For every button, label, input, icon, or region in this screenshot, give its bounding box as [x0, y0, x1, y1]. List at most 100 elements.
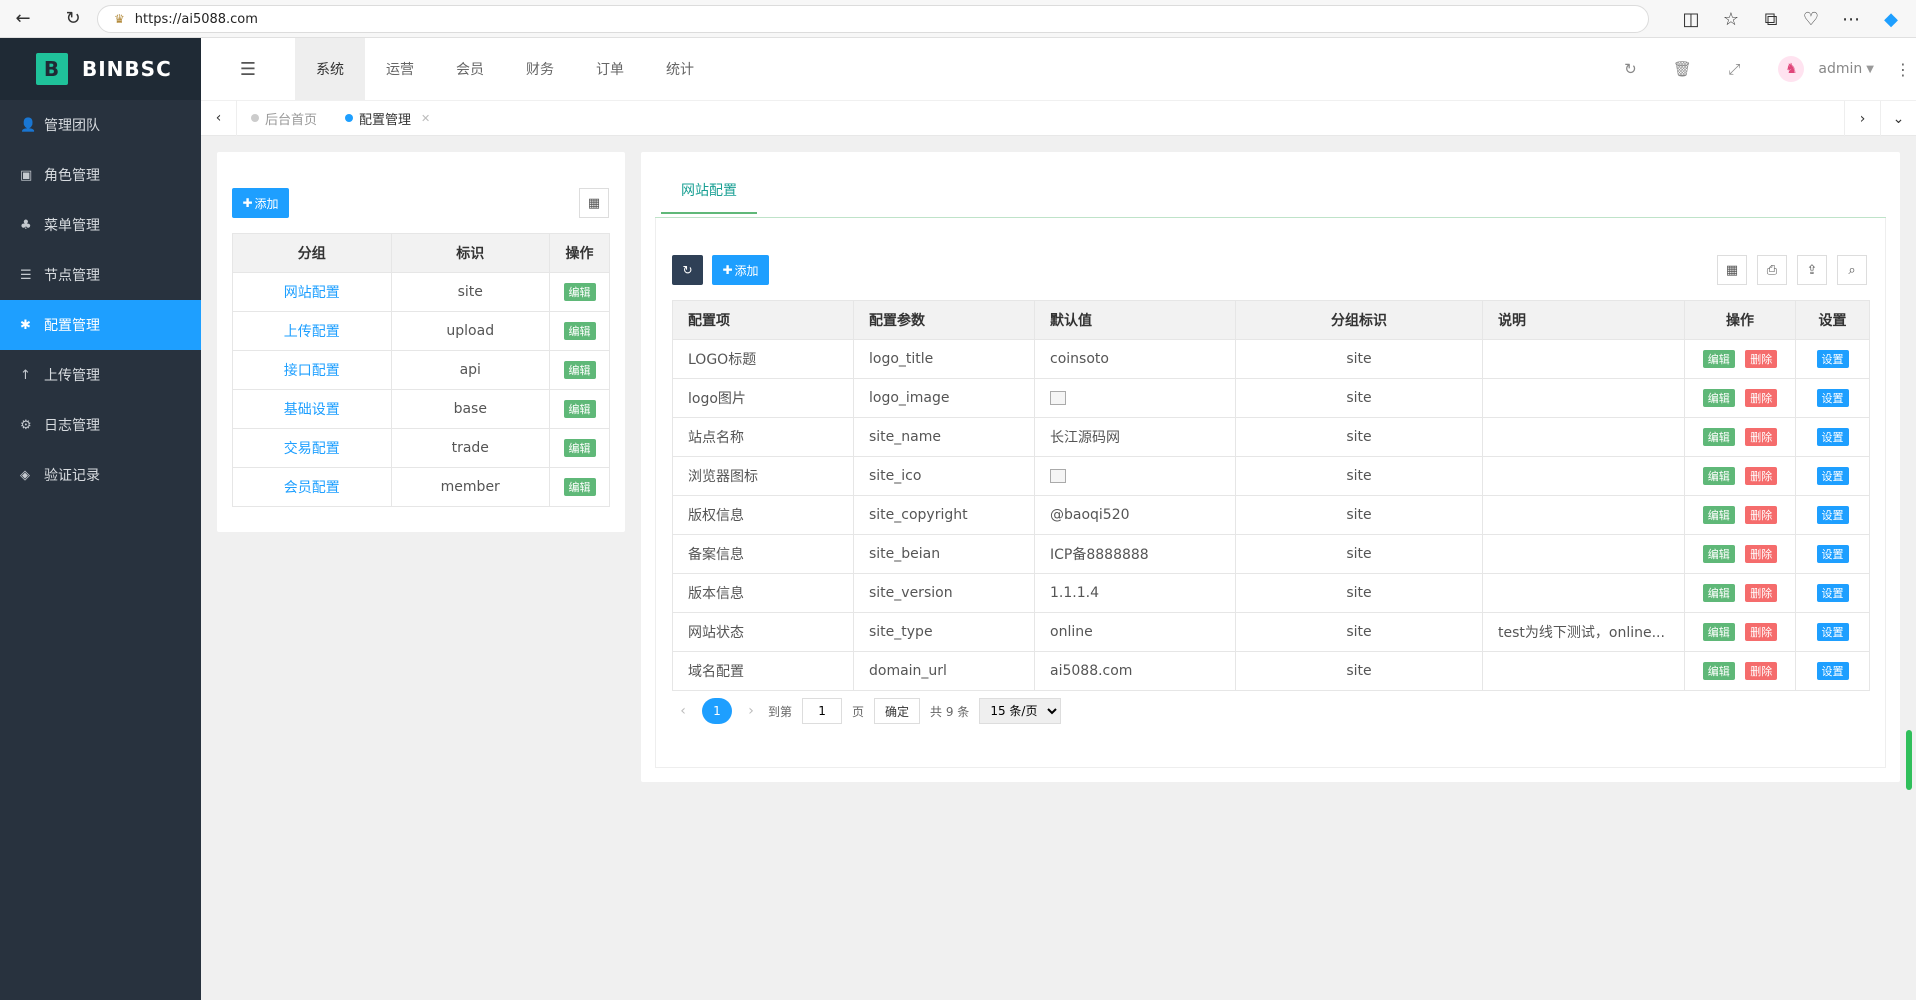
- reload-icon[interactable]: ↻: [58, 4, 88, 34]
- delete-button[interactable]: 删除: [1745, 623, 1778, 641]
- settings-button[interactable]: 设置: [1816, 389, 1849, 407]
- address-bar[interactable]: ♛ https://ai5088.com: [97, 5, 1649, 33]
- collapse-menu-icon[interactable]: ☰: [201, 59, 295, 80]
- caret-down-icon[interactable]: ▼: [1866, 64, 1874, 75]
- trash-icon[interactable]: 🗑: [1656, 60, 1708, 78]
- delete-button[interactable]: 删除: [1745, 584, 1778, 602]
- columns-icon[interactable]: ▦: [579, 188, 609, 218]
- add-config-button[interactable]: ✚ 添加: [712, 255, 769, 285]
- sidebar-item[interactable]: ♣ 菜单管理: [0, 200, 201, 250]
- nav-tab[interactable]: 统计: [645, 38, 715, 100]
- sidebar-item[interactable]: ⚙ 日志管理: [0, 400, 201, 450]
- columns-icon[interactable]: ▦: [1717, 255, 1747, 285]
- config-param: site_version: [853, 573, 1035, 613]
- delete-button[interactable]: 删除: [1745, 428, 1778, 446]
- settings-button[interactable]: 设置: [1816, 623, 1849, 641]
- close-icon[interactable]: ✕: [421, 112, 430, 125]
- sidebar-item[interactable]: ↑ 上传管理: [0, 350, 201, 400]
- more-vertical-icon[interactable]: ⋮: [1890, 60, 1916, 79]
- edit-button[interactable]: 编辑: [563, 478, 596, 496]
- group-link[interactable]: 网站配置: [232, 272, 392, 312]
- delete-button[interactable]: 删除: [1745, 662, 1778, 680]
- admin-name[interactable]: admin: [1818, 61, 1862, 77]
- group-link[interactable]: 上传配置: [232, 311, 392, 351]
- edit-button[interactable]: 编辑: [563, 439, 596, 457]
- tabs-left-icon[interactable]: ‹: [201, 100, 237, 136]
- page-scrollbar[interactable]: [1906, 730, 1912, 790]
- edit-button[interactable]: 编辑: [563, 322, 596, 340]
- sidebar-item-label: 日志管理: [44, 418, 100, 434]
- group-link[interactable]: 基础设置: [232, 389, 392, 429]
- settings-button[interactable]: 设置: [1816, 545, 1849, 563]
- sidebar-item[interactable]: ☰ 节点管理: [0, 250, 201, 300]
- edit-button[interactable]: 编辑: [1702, 389, 1735, 407]
- settings-button[interactable]: 设置: [1816, 350, 1849, 368]
- brand-logo[interactable]: B BINBSC: [0, 38, 201, 100]
- total-count: 共 9 条: [930, 704, 970, 719]
- favorites-icon[interactable]: ☆: [1716, 4, 1746, 34]
- edit-button[interactable]: 编辑: [563, 283, 596, 301]
- copilot-icon[interactable]: ◆: [1876, 4, 1906, 34]
- delete-button[interactable]: 删除: [1745, 545, 1778, 563]
- edit-button[interactable]: 编辑: [563, 400, 596, 418]
- page-current[interactable]: 1: [702, 698, 732, 724]
- delete-button[interactable]: 删除: [1745, 350, 1778, 368]
- settings-button[interactable]: 设置: [1816, 506, 1849, 524]
- edit-button[interactable]: 编辑: [1702, 506, 1735, 524]
- sidebar-item[interactable]: ✱ 配置管理: [0, 300, 201, 350]
- nav-tab[interactable]: 会员: [435, 38, 505, 100]
- tab-config[interactable]: 配置管理 ✕: [331, 100, 444, 136]
- edit-button[interactable]: 编辑: [1702, 428, 1735, 446]
- sidebar-item[interactable]: ◈ 验证记录: [0, 450, 201, 500]
- group-link[interactable]: 接口配置: [232, 350, 392, 390]
- more-icon[interactable]: ⋯: [1836, 4, 1866, 34]
- nav-tab[interactable]: 系统: [295, 38, 365, 100]
- next-page-icon[interactable]: ›: [740, 703, 762, 719]
- delete-button[interactable]: 删除: [1745, 467, 1778, 485]
- back-icon[interactable]: ←: [8, 4, 38, 34]
- refresh-button[interactable]: ↻: [672, 255, 703, 285]
- tabs-menu-icon[interactable]: ⌄: [1880, 101, 1916, 137]
- search-icon[interactable]: ⌕: [1837, 255, 1867, 285]
- description: [1482, 456, 1685, 496]
- verify-icon: ◈: [20, 467, 30, 483]
- settings-button[interactable]: 设置: [1816, 662, 1849, 680]
- page-size-select[interactable]: 15 条/页: [979, 698, 1062, 724]
- group-link[interactable]: 交易配置: [232, 428, 392, 468]
- edit-button[interactable]: 编辑: [1702, 584, 1735, 602]
- split-screen-icon[interactable]: ◫: [1676, 4, 1706, 34]
- extensions-icon[interactable]: ♡: [1796, 4, 1826, 34]
- settings-button[interactable]: 设置: [1816, 467, 1849, 485]
- print-icon[interactable]: ⎙: [1757, 255, 1787, 285]
- value-cell: coinsoto: [1034, 339, 1236, 379]
- delete-button[interactable]: 删除: [1745, 389, 1778, 407]
- goto-page-input[interactable]: [802, 698, 843, 724]
- edit-button[interactable]: 编辑: [1702, 545, 1735, 563]
- goto-confirm-button[interactable]: 确定: [874, 698, 921, 724]
- nav-tab[interactable]: 运营: [365, 38, 435, 100]
- prev-page-icon[interactable]: ‹: [672, 703, 694, 719]
- sidebar-item[interactable]: 👤 管理团队: [0, 100, 201, 150]
- edit-button[interactable]: 编辑: [1702, 662, 1735, 680]
- tabs-right-icon[interactable]: ›: [1844, 101, 1880, 137]
- sidebar-item[interactable]: ▣ 角色管理: [0, 150, 201, 200]
- tab-site-config[interactable]: 网站配置: [661, 180, 757, 214]
- refresh-icon[interactable]: ↻: [1604, 60, 1656, 78]
- nav-tab[interactable]: 订单: [575, 38, 645, 100]
- fullscreen-icon[interactable]: ⤢: [1708, 60, 1760, 78]
- edit-button[interactable]: 编辑: [1702, 350, 1735, 368]
- nav-tab[interactable]: 财务: [505, 38, 575, 100]
- delete-button[interactable]: 删除: [1745, 506, 1778, 524]
- group-link[interactable]: 会员配置: [232, 467, 392, 507]
- edit-button[interactable]: 编辑: [1702, 623, 1735, 641]
- add-group-button[interactable]: ✚ 添加: [232, 188, 289, 218]
- export-icon[interactable]: ⇪: [1797, 255, 1827, 285]
- settings-button[interactable]: 设置: [1816, 428, 1849, 446]
- avatar[interactable]: ♞: [1778, 56, 1805, 82]
- collections-icon[interactable]: ⧉: [1756, 4, 1786, 34]
- tab-home[interactable]: 后台首页: [237, 100, 331, 136]
- settings-button[interactable]: 设置: [1816, 584, 1849, 602]
- edit-button[interactable]: 编辑: [563, 361, 596, 379]
- edit-button[interactable]: 编辑: [1702, 467, 1735, 485]
- description: [1482, 651, 1685, 691]
